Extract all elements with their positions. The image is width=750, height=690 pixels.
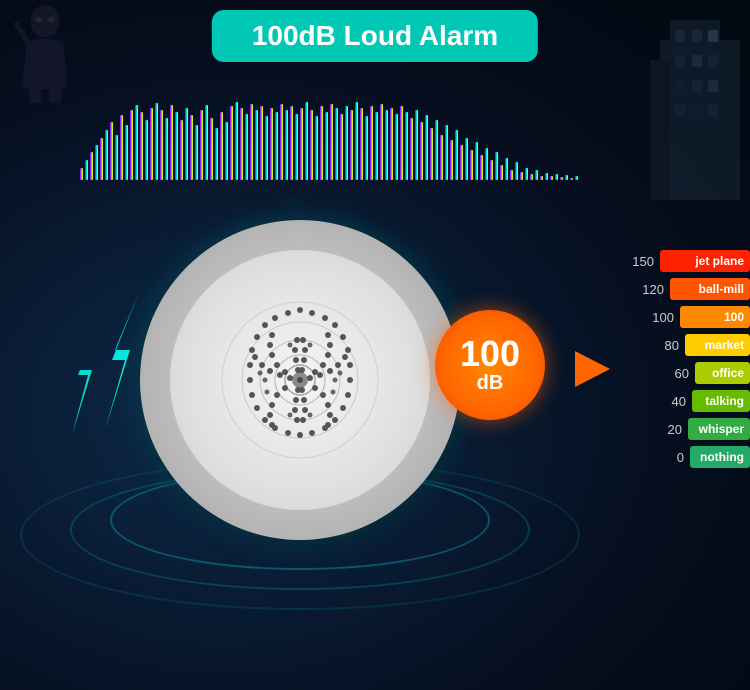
- scale-number-40: 40: [658, 394, 686, 409]
- scale-number-80: 80: [651, 338, 679, 353]
- sound-wave: [80, 100, 660, 180]
- wave-svg: [80, 100, 660, 180]
- scale-label-nothing: nothing: [700, 450, 744, 464]
- scale-item-whisper: 20 whisper: [590, 418, 750, 440]
- scale-bar-office: office: [695, 362, 750, 384]
- scale-bar-jet-plane: jet plane: [660, 250, 750, 272]
- scale-bar-100: 100: [680, 306, 750, 328]
- scale-bar-market: market: [685, 334, 750, 356]
- scale-item-market: 80 market: [590, 334, 750, 356]
- lightning-bolts: [70, 280, 180, 440]
- scale-label-ball-mill: ball-mill: [699, 282, 744, 296]
- scale-number-60: 60: [661, 366, 689, 381]
- scale-bar-talking: talking: [692, 390, 750, 412]
- scale-label-talking: talking: [705, 394, 744, 408]
- scale-number-20: 20: [654, 422, 682, 437]
- scale-number-0: 0: [656, 450, 684, 465]
- scale-item-nothing: 0 nothing: [590, 446, 750, 468]
- scale-item-office: 60 office: [590, 362, 750, 384]
- scale-bar-whisper: whisper: [688, 418, 750, 440]
- scale-bar-ball-mill: ball-mill: [670, 278, 750, 300]
- scale-number-150: 150: [626, 254, 654, 269]
- alarm-device: [140, 220, 460, 540]
- header-title: 100dB Loud Alarm: [252, 20, 498, 51]
- scale-label-100: 100: [724, 310, 744, 324]
- burglar-silhouette: [5, 5, 85, 105]
- db-arrow: [575, 351, 610, 387]
- db-unit: dB: [477, 372, 504, 395]
- header-banner: 100dB Loud Alarm: [212, 10, 538, 62]
- scale-label-jet-plane: jet plane: [695, 254, 744, 268]
- scale-number-100: 100: [646, 310, 674, 325]
- db-bubble: 100 dB: [435, 310, 545, 420]
- scale-bar-nothing: nothing: [690, 446, 750, 468]
- scale-item-100: 100 100: [590, 306, 750, 328]
- speaker-pattern: [180, 260, 420, 500]
- db-number: 100: [460, 336, 520, 372]
- scale-item-ball-mill: 120 ball-mill: [590, 278, 750, 300]
- scale-label-whisper: whisper: [699, 422, 744, 436]
- building-silhouette: [650, 0, 750, 200]
- scale-number-120: 120: [636, 282, 664, 297]
- scale-chart: 150 jet plane 120 ball-mill 100 100 80 m…: [590, 250, 750, 474]
- scale-label-market: market: [705, 338, 744, 352]
- scale-item-talking: 40 talking: [590, 390, 750, 412]
- device-inner-face: [170, 250, 430, 510]
- device-outer-ring: [140, 220, 460, 540]
- scale-label-office: office: [712, 366, 744, 380]
- scale-item-jet-plane: 150 jet plane: [590, 250, 750, 272]
